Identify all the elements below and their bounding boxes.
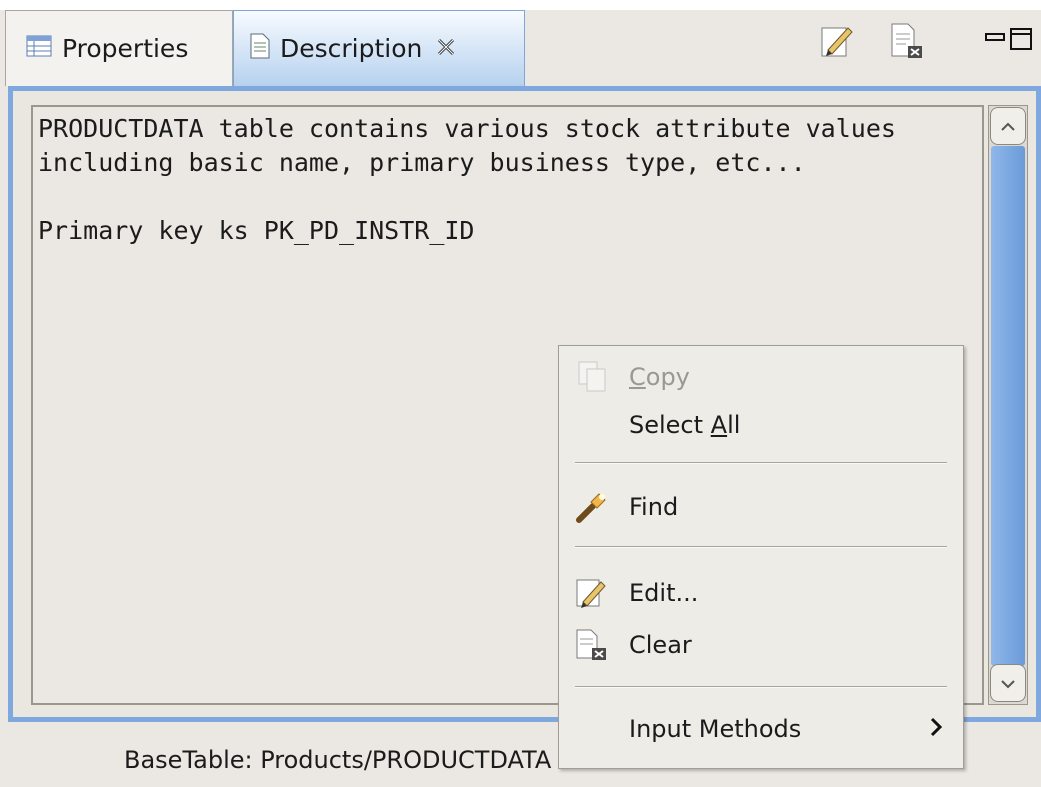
chevron-right-icon	[929, 714, 943, 744]
edit-pencil-icon	[575, 576, 609, 610]
document-icon	[250, 33, 270, 65]
menu-separator	[575, 546, 947, 548]
chevron-up-icon	[1000, 117, 1016, 136]
description-text[interactable]: PRODUCTDATA table contains various stock…	[38, 112, 938, 248]
maximize-icon	[1010, 28, 1032, 54]
properties-table-icon	[26, 34, 52, 63]
chevron-down-icon	[1000, 674, 1016, 693]
clear-document-icon	[890, 23, 924, 64]
context-menu: Copy Select All Find Edit... Clear Input…	[558, 345, 964, 769]
menu-item-find[interactable]: Find	[559, 484, 965, 530]
tab-properties-label: Properties	[62, 34, 189, 63]
tab-description-label: Description	[280, 34, 423, 63]
clear-toolbar-button[interactable]	[890, 22, 924, 62]
menu-item-find-label: Find	[629, 493, 679, 521]
edit-toolbar-button[interactable]	[820, 22, 854, 62]
vertical-scrollbar[interactable]	[988, 105, 1028, 705]
menu-item-input-methods-label: Input Methods	[629, 715, 802, 743]
menu-item-edit-label: Edit...	[629, 579, 699, 607]
top-strip	[0, 0, 1041, 10]
clear-document-icon	[575, 628, 609, 662]
copy-icon	[575, 360, 609, 394]
find-flashlight-icon	[575, 490, 609, 524]
menu-separator	[575, 462, 947, 464]
menu-separator	[575, 686, 947, 688]
tab-properties[interactable]: Properties	[5, 10, 233, 86]
base-table-label: BaseTable: Products/PRODUCTDATA	[124, 746, 552, 774]
menu-item-select-all[interactable]: Select All	[559, 402, 965, 448]
minimize-icon	[985, 28, 1005, 47]
scroll-down-button[interactable]	[990, 664, 1026, 702]
edit-pencil-icon	[820, 27, 854, 64]
menu-item-clear[interactable]: Clear	[559, 622, 965, 668]
scroll-thumb[interactable]	[991, 146, 1025, 666]
scroll-up-button[interactable]	[990, 107, 1026, 145]
menu-item-copy-label: Copy	[629, 363, 690, 391]
maximize-button[interactable]	[1010, 28, 1032, 54]
menu-item-copy[interactable]: Copy	[559, 354, 965, 400]
minimize-button[interactable]	[985, 28, 1005, 47]
menu-item-input-methods[interactable]: Input Methods	[559, 706, 965, 752]
menu-item-clear-label: Clear	[629, 631, 692, 659]
close-x-icon[interactable]	[436, 35, 456, 63]
menu-item-select-all-label: Select All	[629, 411, 741, 439]
menu-item-edit[interactable]: Edit...	[559, 570, 965, 616]
tab-description[interactable]: Description	[233, 10, 525, 86]
